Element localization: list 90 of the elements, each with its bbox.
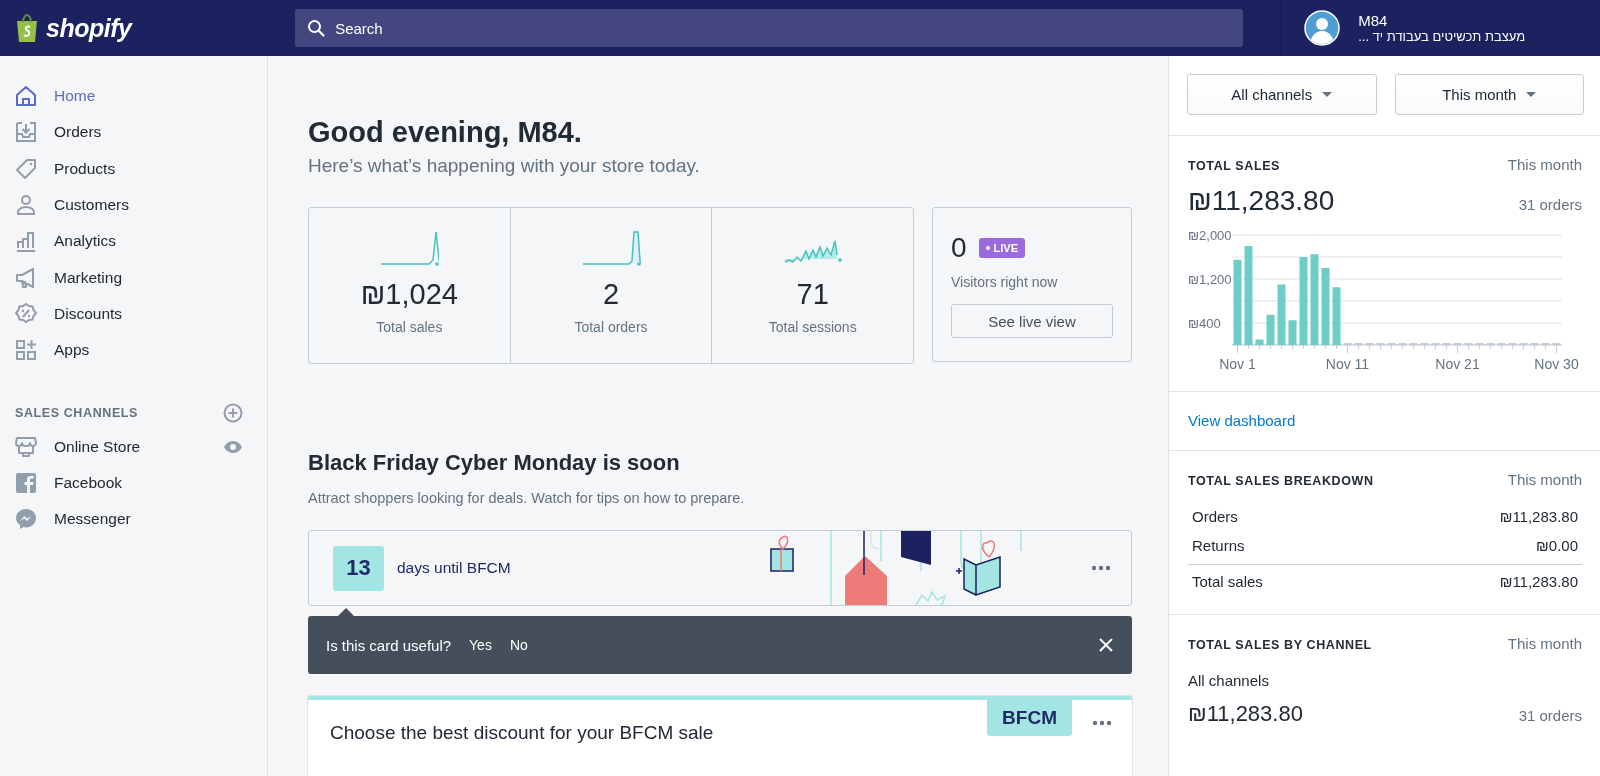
dropdown[interactable]: All channels <box>1187 74 1377 115</box>
stat-value: ₪1,024 <box>360 278 458 311</box>
row-label: Returns <box>1192 537 1245 554</box>
visitor-count: 0 <box>951 232 967 264</box>
row-label: Orders <box>1192 508 1238 525</box>
live-badge: LIVE <box>978 238 1026 258</box>
row-value: ₪11,283.80 <box>1499 573 1578 590</box>
section-subtitle: Attract shoppers looking for deals. Watch for tips on how to prepare. <box>308 490 746 506</box>
nav-item[interactable]: Apps <box>0 332 267 369</box>
card-heading: TOTAL SALES BY CHANNEL <box>1188 638 1372 652</box>
nav-item[interactable]: Orders <box>0 114 267 151</box>
nav-item[interactable]: Customers <box>0 186 267 224</box>
tag-icon <box>14 156 38 181</box>
card-heading: TOTAL SALES BREAKDOWN <box>1188 474 1374 488</box>
eye-icon[interactable] <box>223 439 243 454</box>
axis-label: Nov 21 <box>1435 356 1480 372</box>
feedback-question: Is this card useful? <box>326 636 452 654</box>
shopping-bag-icon <box>14 13 40 43</box>
store-name: מעצבת תכשיטים בעבודת יד ... <box>1358 29 1526 44</box>
period-label: This month <box>1507 635 1582 652</box>
avatar-icon <box>1304 10 1341 46</box>
total-amount: ₪11,283.80 <box>1188 185 1335 217</box>
days-count: 13 <box>333 545 384 591</box>
card-heading: TOTAL SALES <box>1188 159 1281 173</box>
dropdown[interactable]: This month <box>1394 74 1584 115</box>
card-title: Choose the best discount for your BFCM sale <box>330 722 715 744</box>
greeting-subtitle: Here’s what’s happening with your store today. <box>308 155 701 177</box>
bar <box>1288 320 1297 345</box>
row-value: ₪11,283.80 <box>1499 508 1578 525</box>
caret-icon <box>1526 92 1537 97</box>
inbox-icon <box>14 120 38 145</box>
axis-label: ₪1,200 <box>1188 272 1232 287</box>
bar <box>1277 284 1286 345</box>
period-label: This month <box>1507 471 1582 488</box>
search-icon <box>307 19 326 37</box>
stat-label: Total sessions <box>768 319 857 335</box>
axis-label: ₪2,000 <box>1188 228 1232 243</box>
no-link[interactable]: No <box>509 637 528 653</box>
stat-value: 2 <box>602 278 620 311</box>
order-count: 31 orders <box>1518 196 1582 213</box>
stat-label: Total orders <box>574 319 648 335</box>
nav-item[interactable]: Discounts <box>0 295 267 333</box>
nav-item[interactable]: Facebook <box>0 464 123 501</box>
stat-value: 71 <box>796 278 829 311</box>
apps-grid-icon <box>14 338 38 363</box>
bar <box>1332 287 1341 345</box>
close-icon[interactable] <box>1098 637 1114 653</box>
channel-label: All channels <box>1188 672 1270 689</box>
bar <box>1266 314 1275 345</box>
order-count: 31 orders <box>1518 707 1582 724</box>
greeting-title: Good evening, M84. <box>308 116 583 149</box>
chat-bubble-icon <box>14 507 38 532</box>
stat-label: Total sales <box>376 319 443 335</box>
bfcm-tag: BFCM <box>987 700 1072 736</box>
see-live-view-button[interactable]: See live view <box>951 304 1113 338</box>
bar-chart-icon <box>14 229 38 254</box>
nav-item[interactable]: Marketing <box>0 259 267 296</box>
bar <box>1255 339 1264 345</box>
more-icon[interactable] <box>1091 565 1111 571</box>
account-name: M84 <box>1358 12 1389 29</box>
row-label: Total sales <box>1192 573 1263 590</box>
view-dashboard-link[interactable]: View dashboard <box>1188 412 1296 429</box>
axis-label: Nov 30 <box>1534 356 1579 372</box>
visitors-label: Visitors right now <box>951 274 1059 290</box>
caret-icon <box>1322 92 1333 97</box>
nav-item[interactable]: Messenger <box>0 500 131 538</box>
nav-item[interactable]: Analytics <box>0 223 267 260</box>
person-icon <box>14 193 38 218</box>
section-title: Black Friday Cyber Monday is soon <box>308 450 681 476</box>
storefront-icon <box>14 434 38 459</box>
section-heading: SALES CHANNELS <box>15 406 138 421</box>
nav-item[interactable]: Products <box>0 150 267 187</box>
countdown-text: days until BFCM <box>397 559 512 577</box>
yes-link[interactable]: Yes <box>469 637 492 653</box>
facebook-icon <box>14 470 38 495</box>
house-icon <box>14 84 38 109</box>
axis-label: Nov 11 <box>1325 356 1370 372</box>
sparkline <box>581 228 641 268</box>
axis-label: Nov 1 <box>1219 356 1256 372</box>
nav-item[interactable]: Online Store <box>0 428 141 465</box>
logo-wordmark: shopify <box>46 13 132 43</box>
channel-amount: ₪11,283.80 <box>1188 701 1303 727</box>
percent-badge-icon <box>14 301 38 326</box>
more-icon[interactable] <box>1092 720 1112 726</box>
nav-item[interactable]: Home <box>0 78 267 115</box>
axis-label: ₪400 <box>1188 316 1221 331</box>
period-label: This month <box>1507 156 1582 173</box>
row-value: ₪0.00 <box>1536 537 1578 554</box>
search-field[interactable]: Search <box>295 9 1244 47</box>
add-icon[interactable] <box>223 403 243 424</box>
